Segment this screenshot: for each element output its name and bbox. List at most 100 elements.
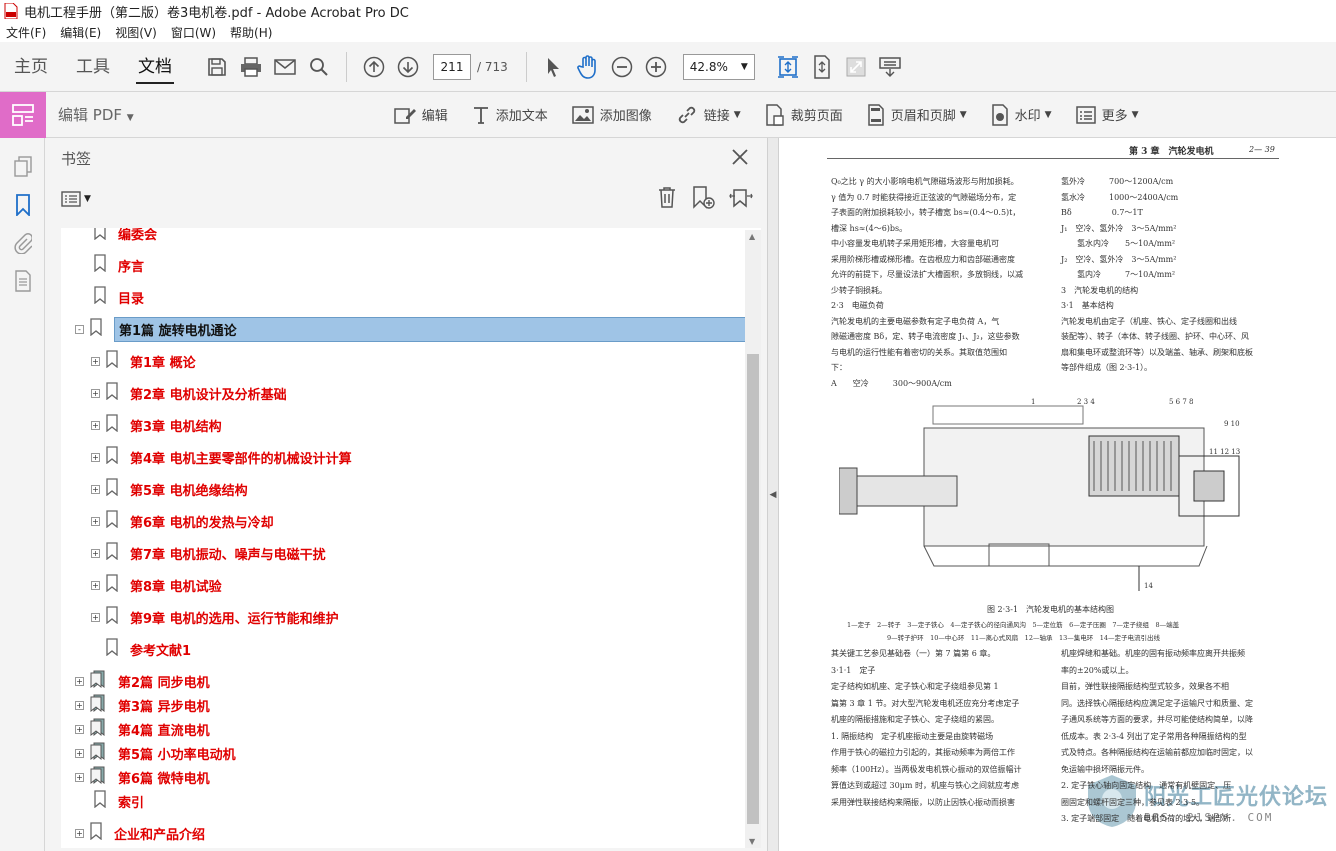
bookmark-label: 编委会 [118,228,158,243]
page-text-line: 扇和集电环或整流环等）以及端盖、轴承、刷架和底板 [1061,347,1253,357]
next-page-icon[interactable] [391,50,425,84]
add-image-button[interactable]: 添加图像 [571,105,652,124]
document-view[interactable]: 第 3 章 汽轮发电机 2— 39 1 2 3 4 5 6 7 8 9 10 1… [779,138,1336,851]
zoom-out-icon[interactable] [605,50,639,84]
expand-toggle-icon[interactable]: + [91,388,100,398]
expand-toggle-icon[interactable]: + [91,580,100,590]
page-number-input[interactable]: 211 [433,53,471,80]
close-icon[interactable] [731,148,749,170]
bookmark-group-icon [90,694,106,716]
page-text-line: 式及特点。各种隔振结构在运输前都应加临时固定，以 [1061,748,1253,757]
expand-toggle-icon[interactable]: + [75,700,84,710]
page-thumbnails-icon[interactable] [0,148,45,186]
more-tools-button[interactable]: 更多 ▼ [1075,105,1139,124]
tab-document[interactable]: 文档 [124,42,186,92]
expand-toggle-icon[interactable]: + [91,452,100,462]
full-screen-icon[interactable] [839,50,873,84]
expand-toggle-icon[interactable]: + [91,548,100,558]
expand-toggle-icon[interactable]: + [91,420,100,430]
edit-pdf-tool-icon[interactable] [0,91,46,138]
collapse-panel-arrow-icon[interactable]: ◀ [770,490,777,500]
menu-edit[interactable]: 编辑(E) [60,24,101,41]
menu-window[interactable]: 窗口(W) [171,24,216,41]
page-text-line: 下： [831,363,847,372]
bookmark-options-icon[interactable]: ▼ [61,191,91,207]
page-text-line: 采用阶梯形槽或梯形槽。在齿根应力和齿部磁通密度 [831,254,1015,264]
rotate-view-icon[interactable] [805,50,839,84]
expand-toggle-icon[interactable]: + [91,356,100,366]
fit-page-icon[interactable] [771,50,805,84]
bookmark-item[interactable]: + 第9章 电机的选用、运行节能和维护 [91,604,339,630]
bookmark-item[interactable]: + 第2篇 同步电机 [75,668,210,694]
expand-toggle-icon[interactable]: + [75,828,84,838]
edit-pdf-menu[interactable]: 编辑 PDF ▼ [58,104,134,125]
add-text-button[interactable]: 添加文本 [472,105,548,125]
page-header-number: 2— 39 [1249,145,1275,154]
email-icon[interactable] [268,50,302,84]
menu-file[interactable]: 文件(F) [6,24,46,41]
select-cursor-icon[interactable] [537,50,571,84]
scroll-up-arrow-icon[interactable]: ▲ [749,232,755,241]
bookmark-item[interactable]: + 第1章 概论 [91,348,196,374]
tab-tools[interactable]: 工具 [62,42,124,92]
zoom-level-select[interactable]: 42.8% ▼ [682,53,755,80]
bookmark-item[interactable]: 参考文献1 [91,636,191,662]
bookmark-item[interactable]: 序言 [79,252,144,278]
expand-toggle-icon[interactable]: + [75,748,84,758]
bookmark-item[interactable]: + 第6篇 微特电机 [75,764,210,790]
zoom-in-icon[interactable] [639,50,673,84]
link-button[interactable]: 链接 ▼ [676,104,741,126]
bookmark-item[interactable]: + 第2章 电机设计及分析基础 [91,380,287,406]
bookmark-item[interactable]: 编委会 [79,228,157,246]
read-mode-icon[interactable] [873,50,907,84]
tab-home[interactable]: 主页 [0,42,62,92]
expand-toggle-icon[interactable]: + [75,772,84,782]
expand-toggle-icon[interactable]: + [91,612,100,622]
watermark-label: 水印 [1014,109,1041,124]
scrollbar-thumb[interactable] [747,354,759,824]
bookmark-item[interactable]: + 第7章 电机振动、噪声与电磁干扰 [91,540,326,566]
bookmark-item[interactable]: 目录 [79,284,144,310]
expand-toggle-icon[interactable]: + [91,516,100,526]
expand-toggle-icon[interactable]: + [75,724,84,734]
bookmark-item[interactable]: + 第4篇 直流电机 [75,716,210,742]
menu-help[interactable]: 帮助(H) [230,24,272,41]
bookmark-icon [106,478,118,500]
document-properties-icon[interactable] [0,262,45,300]
bookmark-label: 参考文献1 [130,643,192,659]
bookmark-item[interactable]: - 第1篇 旋转电机通论 [75,316,746,342]
scroll-down-arrow-icon[interactable]: ▼ [749,837,755,846]
bookmark-label: 第9章 电机的选用、运行节能和维护 [130,611,339,627]
bookmark-item[interactable]: + 第3篇 异步电机 [75,692,210,718]
bookmarks-scrollbar[interactable]: ▲ ▼ [745,230,761,848]
previous-page-icon[interactable] [357,50,391,84]
attachments-icon[interactable] [0,224,45,262]
bookmark-item[interactable]: + 第4章 电机主要零部件的机械设计计算 [91,444,352,470]
bookmark-item[interactable]: + 第5章 电机绝缘结构 [91,476,248,502]
bookmark-item[interactable]: + 第6章 电机的发热与冷却 [91,508,274,534]
collapse-toggle-icon[interactable]: - [75,324,84,334]
search-icon[interactable] [302,50,336,84]
bookmark-item[interactable]: + 第5篇 小功率电动机 [75,740,236,766]
print-icon[interactable] [234,50,268,84]
header-footer-button[interactable]: 页眉和页脚 ▼ [867,103,967,126]
panel-splitter[interactable]: ◀ [767,138,779,851]
hand-tool-icon[interactable] [571,50,605,84]
bookmark-icon [94,286,106,308]
crop-pages-button[interactable]: 裁剪页面 [765,103,843,126]
bookmark-icon [106,414,118,436]
edit-text-button[interactable]: 编辑 [393,105,448,125]
bookmark-item[interactable]: + 第3章 电机结构 [91,412,222,438]
new-bookmark-icon[interactable] [691,186,715,214]
expand-toggle-icon[interactable]: + [75,676,84,686]
bookmark-item[interactable]: + 第8章 电机试验 [91,572,222,598]
expand-toggle-icon[interactable]: + [91,484,100,494]
bookmark-item[interactable]: 索引 [79,788,144,814]
bookmark-item[interactable]: + 企业和产品介绍 [75,820,205,846]
bookmarks-panel-icon[interactable] [0,186,45,224]
menu-view[interactable]: 视图(V) [115,24,157,41]
watermark-button[interactable]: 水印 ▼ [991,103,1052,126]
delete-bookmark-icon[interactable] [657,186,677,214]
expand-bookmark-icon[interactable] [729,186,753,214]
save-icon[interactable] [200,50,234,84]
